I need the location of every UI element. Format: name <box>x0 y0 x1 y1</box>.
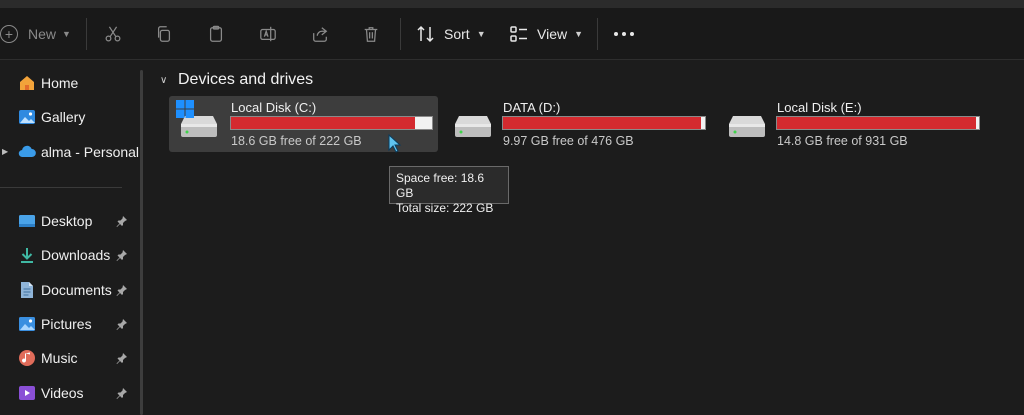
delete-icon <box>364 27 378 42</box>
documents-icon <box>18 281 36 299</box>
toolbar-divider <box>86 18 87 50</box>
sort-icon <box>417 25 434 43</box>
drive-name: DATA (D:) <box>503 100 561 115</box>
paste-icon <box>209 25 223 42</box>
sidebar-item-home[interactable]: Home <box>0 68 140 98</box>
view-button[interactable]: View ▼ <box>509 20 583 48</box>
sidebar-item-label: Pictures <box>41 316 92 332</box>
sidebar-item-label: Home <box>41 75 79 91</box>
window-top-strip <box>0 0 1024 8</box>
sidebar-item-label: Documents <box>41 282 112 298</box>
new-button[interactable]: + New ▼ <box>0 20 71 48</box>
sidebar-item-label: Desktop <box>41 213 93 229</box>
rename-button[interactable] <box>256 22 280 46</box>
toolbar-divider <box>597 18 598 50</box>
sidebar-item-pictures[interactable]: Pictures <box>0 309 140 339</box>
copy-icon <box>157 26 171 42</box>
pin-icon[interactable] <box>116 387 128 399</box>
drive-usage-bar <box>502 116 706 130</box>
drive-usage-bar <box>230 116 433 130</box>
copy-button[interactable] <box>152 22 176 46</box>
share-icon <box>313 27 328 42</box>
download-icon <box>18 246 36 264</box>
desktop-icon <box>18 212 36 230</box>
mouse-cursor-icon <box>388 134 402 153</box>
sidebar-item-gallery[interactable]: Gallery <box>0 102 140 132</box>
sidebar-item-videos[interactable]: Videos <box>0 378 140 408</box>
drive-tile-e[interactable]: Local Disk (E:) 14.8 GB free of 931 GB <box>717 96 982 152</box>
pin-icon[interactable] <box>116 215 128 227</box>
sidebar-scrollbar[interactable] <box>140 70 143 415</box>
sidebar-item-label: Gallery <box>41 109 86 125</box>
drive-free-space: 18.6 GB free of 222 GB <box>231 134 362 148</box>
drive-tooltip: Space free: 18.6 GB Total size: 222 GB <box>389 166 509 215</box>
drive-name: Local Disk (C:) <box>231 100 317 115</box>
chevron-down-icon: ▼ <box>476 29 486 39</box>
section-title: Devices and drives <box>178 71 314 88</box>
gallery-icon <box>18 108 36 126</box>
hard-drive-icon <box>729 116 765 137</box>
pin-icon[interactable] <box>116 284 128 296</box>
drive-free-space: 14.8 GB free of 931 GB <box>777 134 908 148</box>
command-bar: + New ▼ Sort ▼ View ▼ <box>0 8 1024 60</box>
sidebar-item-onedrive[interactable]: alma - Personal <box>0 137 140 167</box>
pin-icon[interactable] <box>116 249 128 261</box>
view-label: View <box>537 26 568 42</box>
sidebar-item-label: alma - Personal <box>41 144 140 160</box>
sidebar-item-desktop[interactable]: Desktop <box>0 206 140 236</box>
view-icon <box>510 26 527 42</box>
hard-drive-icon <box>455 116 491 137</box>
drive-usage-fill <box>503 117 701 129</box>
tooltip-total-size: Total size: 222 GB <box>396 201 494 215</box>
tooltip-space-free: Space free: 18.6 GB <box>396 171 485 200</box>
drive-usage-fill <box>231 117 416 129</box>
sidebar-item-label: Videos <box>41 385 84 401</box>
cut-button[interactable] <box>101 22 125 46</box>
sidebar-divider <box>0 187 122 188</box>
delete-button[interactable] <box>359 22 383 46</box>
drive-usage-fill <box>777 117 976 129</box>
sidebar-item-music[interactable]: Music <box>0 343 140 373</box>
pin-icon[interactable] <box>116 318 128 330</box>
home-icon <box>18 74 36 92</box>
sidebar-item-label: Music <box>41 350 78 366</box>
windows-logo-icon <box>176 100 194 118</box>
music-icon <box>18 349 36 367</box>
more-icon <box>614 32 618 36</box>
plus-icon: + <box>0 25 18 43</box>
more-options-button[interactable] <box>611 20 637 48</box>
rename-icon <box>260 26 276 42</box>
chevron-down-icon: ▼ <box>62 29 71 39</box>
drive-tile-d[interactable]: DATA (D:) 9.97 GB free of 476 GB <box>443 96 708 152</box>
drive-usage-bar <box>776 116 980 130</box>
paste-button[interactable] <box>204 22 228 46</box>
toolbar-divider <box>400 18 401 50</box>
cloud-icon <box>18 143 36 161</box>
sort-button[interactable]: Sort ▼ <box>416 20 486 48</box>
videos-icon <box>18 384 36 402</box>
pin-icon[interactable] <box>116 352 128 364</box>
cut-icon <box>105 26 121 42</box>
sidebar-item-documents[interactable]: Documents <box>0 275 140 305</box>
drive-free-space: 9.97 GB free of 476 GB <box>503 134 634 148</box>
sidebar-item-label: Downloads <box>41 247 111 263</box>
sort-label: Sort <box>444 26 470 42</box>
chevron-down-icon: ∨ <box>160 74 168 86</box>
pictures-icon <box>18 315 36 333</box>
drive-name: Local Disk (E:) <box>777 100 862 115</box>
section-header-devices[interactable]: ∨ Devices and drives <box>160 70 313 90</box>
chevron-down-icon: ▼ <box>574 29 584 39</box>
sidebar-item-downloads[interactable]: Downloads <box>0 240 140 270</box>
new-label: New <box>28 26 57 42</box>
share-button[interactable] <box>308 22 332 46</box>
